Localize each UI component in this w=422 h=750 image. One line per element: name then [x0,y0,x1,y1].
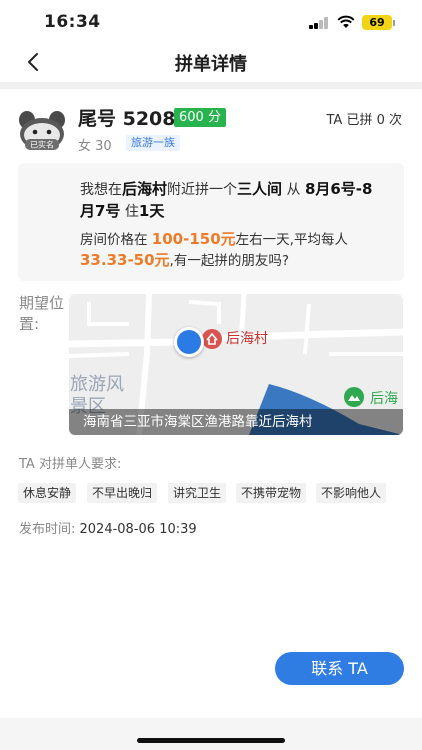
publish-time: 发布时间: 2024-08-06 10:39 [19,518,197,537]
request-card: 我想在后海村附近拼一个三人间 从 8月6号-8月7号 住1天 房间价格在 100… [18,163,404,281]
requirement-tag: 休息安静 [18,483,77,503]
nav-bar: 拼单详情 [0,44,422,82]
price-mid: 左右一天,平均每人 [235,232,348,248]
avatar-verified-label: 已实名 [30,140,54,150]
contact-button[interactable]: 联系 TA [275,652,404,685]
map-address: 海南省三亚市海棠区渔港路靠近后海村 [69,409,403,435]
divider [0,82,422,89]
request-text-from: 从 [282,182,305,198]
status-bar: 16:34 69 [0,0,422,44]
publish-label: 发布时间: [19,522,80,537]
requirement-tag: 讲究卫生 [168,483,227,503]
signal-icon [309,17,329,29]
request-text-stay: 住 [120,204,139,220]
price-range: 100-150元 [151,230,236,248]
request-stay: 1天 [138,202,165,220]
user-tag: 旅游一族 [126,135,180,151]
price-suffix: ,有一起拼的朋友吗? [169,253,290,269]
home-indicator [137,738,285,743]
request-text-mid: 附近拼一个 [167,182,238,198]
requirement-tag: 不携带宠物 [236,483,307,503]
wifi-icon [337,15,355,28]
requirement-tag: 不影响他人 [316,483,387,503]
page-title: 拼单详情 [175,54,247,75]
location-label: 期望位置: [19,294,65,333]
avatar[interactable]: 已实名 [17,108,67,152]
pin-count: TA 已拼 0 次 [326,113,403,128]
bottom-band [0,718,422,750]
battery-icon: 69 [362,15,392,30]
gender-age: 女 30 [78,139,112,154]
location-pin-icon [174,327,204,357]
battery-tip [393,19,395,26]
user-tail-number: 尾号 5208 [78,108,176,130]
location-map[interactable]: 后海村 旅游风景区 后海 海南省三亚市海棠区渔港路靠近后海村 [69,294,403,435]
price-per-person: 33.33-50元 [80,251,170,269]
price-description: 房间价格在 100-150元左右一天,平均每人 33.33-50元,有一起拼的朋… [80,229,380,271]
request-text-prefix: 我想在 [80,182,122,198]
publish-value: 2024-08-06 10:39 [79,522,197,537]
request-place: 后海村 [122,180,168,198]
map-poi-main: 后海村 [226,331,268,347]
score-badge: 600 分 [174,108,226,127]
requirement-tag: 不早出晚归 [87,483,158,503]
request-room-type: 三人间 [237,180,283,198]
requirements-title: TA 对拼单人要求: [19,457,122,472]
request-description: 我想在后海村附近拼一个三人间 从 8月6号-8月7号 住1天 [80,179,382,223]
price-prefix: 房间价格在 [80,232,152,248]
status-time: 16:34 [44,12,101,32]
map-poi-secondary: 后海 [370,391,398,407]
